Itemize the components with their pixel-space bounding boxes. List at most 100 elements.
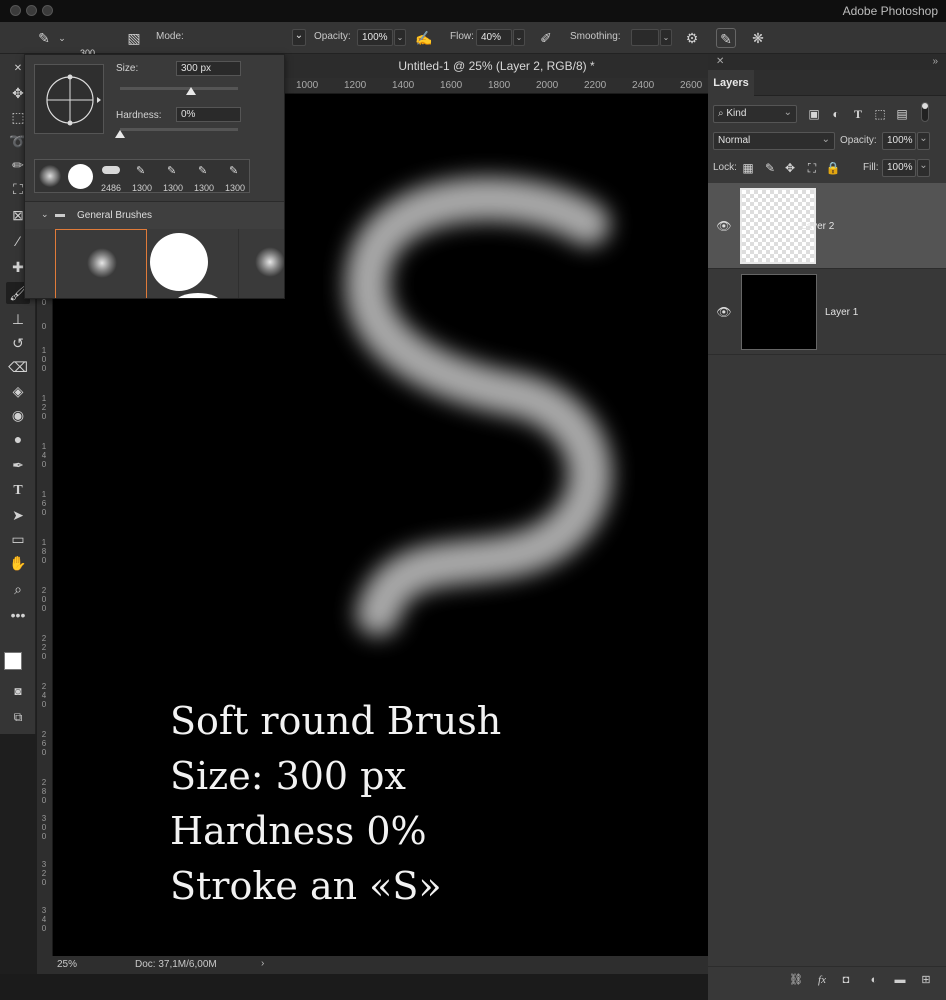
foreground-color-swatch[interactable] — [4, 652, 22, 670]
recent-brush[interactable]: ✎ 1300 — [158, 160, 188, 194]
filter-shape-layers-icon[interactable]: ⬚ — [872, 106, 888, 122]
layer-row-layer-2[interactable]: 👁 Layer 2 — [708, 183, 946, 269]
ruler-tick-label: 0 — [41, 322, 47, 331]
size-slider-track[interactable] — [120, 87, 238, 90]
chevron-down-icon[interactable]: ⌄ — [52, 28, 72, 48]
blur-tool-icon[interactable]: ◉ — [6, 404, 30, 426]
lock-position-icon[interactable]: ✥ — [782, 160, 798, 176]
minimize-window-button[interactable] — [26, 5, 37, 16]
zoom-tool-icon[interactable]: ⌕ — [6, 578, 30, 600]
opacity-dropdown[interactable]: ⌄ — [394, 29, 406, 46]
size-slider-handle[interactable] — [185, 87, 196, 95]
lock-artboards-icon[interactable]: ⛶ — [804, 160, 820, 176]
chevron-down-icon[interactable]: ⌄ — [41, 209, 49, 220]
filter-smart-objects-icon[interactable]: ▤ — [894, 106, 910, 122]
layer-name[interactable]: Layer 1 — [825, 307, 858, 318]
type-tool-icon[interactable]: T — [6, 480, 30, 502]
hardness-field[interactable]: 0% — [176, 107, 241, 122]
brush-soft-round[interactable] — [55, 229, 147, 298]
more-tools-icon[interactable]: ••• — [6, 604, 30, 626]
add-mask-icon[interactable]: ◘ — [838, 972, 854, 988]
paint-bucket-tool-icon[interactable]: ◈ — [6, 380, 30, 402]
smoothing-options-gear-icon[interactable]: ⚙ — [682, 28, 702, 48]
hand-tool-icon[interactable]: ✋ — [6, 552, 30, 574]
brush-settings-panel-icon[interactable]: ▧ — [124, 28, 144, 48]
size-label: Size: — [116, 63, 139, 74]
smoothing-dropdown[interactable]: ⌄ — [660, 29, 672, 46]
ruler-tick-label: 2 4 0 — [41, 682, 47, 709]
layer-name[interactable]: Layer 2 — [801, 221, 834, 232]
eye-icon[interactable]: 👁 — [716, 305, 732, 319]
eraser-tool-icon[interactable]: ⌫ — [6, 356, 30, 378]
document-tab[interactable]: Untitled-1 @ 25% (Layer 2, RGB/8) * — [285, 54, 708, 78]
recent-brush-soft[interactable] — [35, 160, 65, 194]
status-menu-arrow-icon[interactable]: › — [261, 958, 264, 969]
close-panel-icon[interactable]: ✕ — [716, 56, 724, 67]
layer-fill-field[interactable]: 100% — [882, 159, 916, 177]
recent-brush[interactable]: ✎ 1300 — [220, 160, 250, 194]
layer-style-fx-icon[interactable]: fx — [814, 972, 830, 988]
pressure-size-icon[interactable]: ✎ — [716, 28, 736, 48]
lock-image-pixels-icon[interactable]: ✎ — [762, 160, 778, 176]
hardness-slider-handle[interactable] — [115, 130, 125, 138]
clone-stamp-tool-icon[interactable]: ⊥ — [6, 308, 30, 330]
canvas-caption: Soft round Brush Size: 300 px Hardness 0… — [170, 694, 501, 914]
collapse-panel-icon[interactable]: » — [932, 56, 938, 67]
ruler-tick-label: 1000 — [296, 80, 319, 91]
recent-brush[interactable]: 2486 — [96, 160, 126, 194]
layer-opacity-field[interactable]: 100% — [882, 132, 916, 150]
smoothing-label: Smoothing: — [570, 31, 621, 42]
filter-adjustment-layers-icon[interactable]: ◐ — [828, 106, 844, 122]
layer-row-layer-1[interactable]: 👁 Layer 1 — [708, 269, 946, 355]
flow-field[interactable]: 40% — [476, 29, 512, 46]
history-brush-tool-icon[interactable]: ↺ — [6, 332, 30, 354]
new-adjustment-layer-icon[interactable]: ◐ — [866, 972, 882, 988]
mode-dropdown-arrow[interactable]: ⌄ — [292, 29, 306, 46]
flow-dropdown[interactable]: ⌄ — [513, 29, 525, 46]
layer-filter-kind[interactable]: ⌕ Kind ⌄ — [713, 105, 797, 123]
layer-fill-dropdown[interactable]: ⌄ — [917, 159, 930, 177]
zoom-window-button[interactable] — [42, 5, 53, 16]
brush-angle-preview[interactable] — [34, 64, 104, 134]
recent-brush[interactable]: ✎ 1300 — [127, 160, 157, 194]
lock-transparent-pixels-icon[interactable]: ▦ — [740, 160, 756, 176]
ruler-tick-label: 1 6 0 — [41, 490, 47, 517]
recent-brush[interactable]: ✎ 1300 — [189, 160, 219, 194]
symmetry-butterfly-icon[interactable]: ❋ — [748, 28, 768, 48]
blend-mode-select[interactable]: Normal ⌄ — [713, 132, 835, 150]
brush-group-title: General Brushes — [77, 210, 153, 221]
brush-soft-round-pressure[interactable] — [239, 229, 284, 298]
filter-pixel-layers-icon[interactable]: ▣ — [806, 106, 822, 122]
pressure-opacity-icon[interactable]: ✍ — [414, 28, 434, 48]
brush-hard-round[interactable] — [147, 229, 239, 298]
eye-icon[interactable]: 👁 — [716, 219, 732, 233]
new-group-folder-icon[interactable]: ▬ — [892, 972, 908, 988]
pen-tool-icon[interactable]: ✒ — [6, 454, 30, 476]
smoothing-field[interactable] — [631, 29, 659, 46]
lock-all-icon[interactable]: 🔒 — [825, 160, 841, 176]
close-window-button[interactable] — [10, 5, 21, 16]
dodge-tool-icon[interactable]: ● — [6, 428, 30, 450]
brush-tool-preset-icon[interactable]: ✎ — [34, 28, 54, 48]
ruler-tick-label: 2600 — [680, 80, 703, 91]
tab-layers[interactable]: Layers — [708, 70, 754, 96]
zoom-level[interactable]: 25% — [57, 959, 77, 970]
blend-mode-value: Normal — [718, 135, 751, 146]
quick-mask-icon[interactable]: ◙ — [6, 680, 30, 702]
opacity-field[interactable]: 100% — [357, 29, 393, 46]
filter-toggle[interactable] — [921, 102, 929, 122]
airbrush-icon[interactable]: ✐ — [536, 28, 556, 48]
layer-opacity-dropdown[interactable]: ⌄ — [917, 132, 930, 150]
screen-mode-icon[interactable]: ⧉ — [6, 706, 30, 728]
size-field[interactable]: 300 px — [176, 61, 241, 76]
brush-group-general[interactable]: ⌄ ▬ General Brushes — [25, 201, 284, 229]
recent-brush-hard[interactable] — [65, 160, 95, 194]
layers-panel-footer: ⛓ fx ◘ ◐ ▬ ⊞ — [708, 966, 946, 992]
path-selection-tool-icon[interactable]: ➤ — [6, 504, 30, 526]
ruler-tick-label: 1600 — [440, 80, 463, 91]
rectangle-tool-icon[interactable]: ▭ — [6, 528, 30, 550]
hardness-slider-track[interactable] — [120, 128, 238, 131]
filter-type-layers-icon[interactable]: T — [850, 106, 866, 122]
link-layers-icon[interactable]: ⛓ — [788, 972, 804, 988]
new-layer-icon[interactable]: ⊞ — [918, 972, 934, 988]
